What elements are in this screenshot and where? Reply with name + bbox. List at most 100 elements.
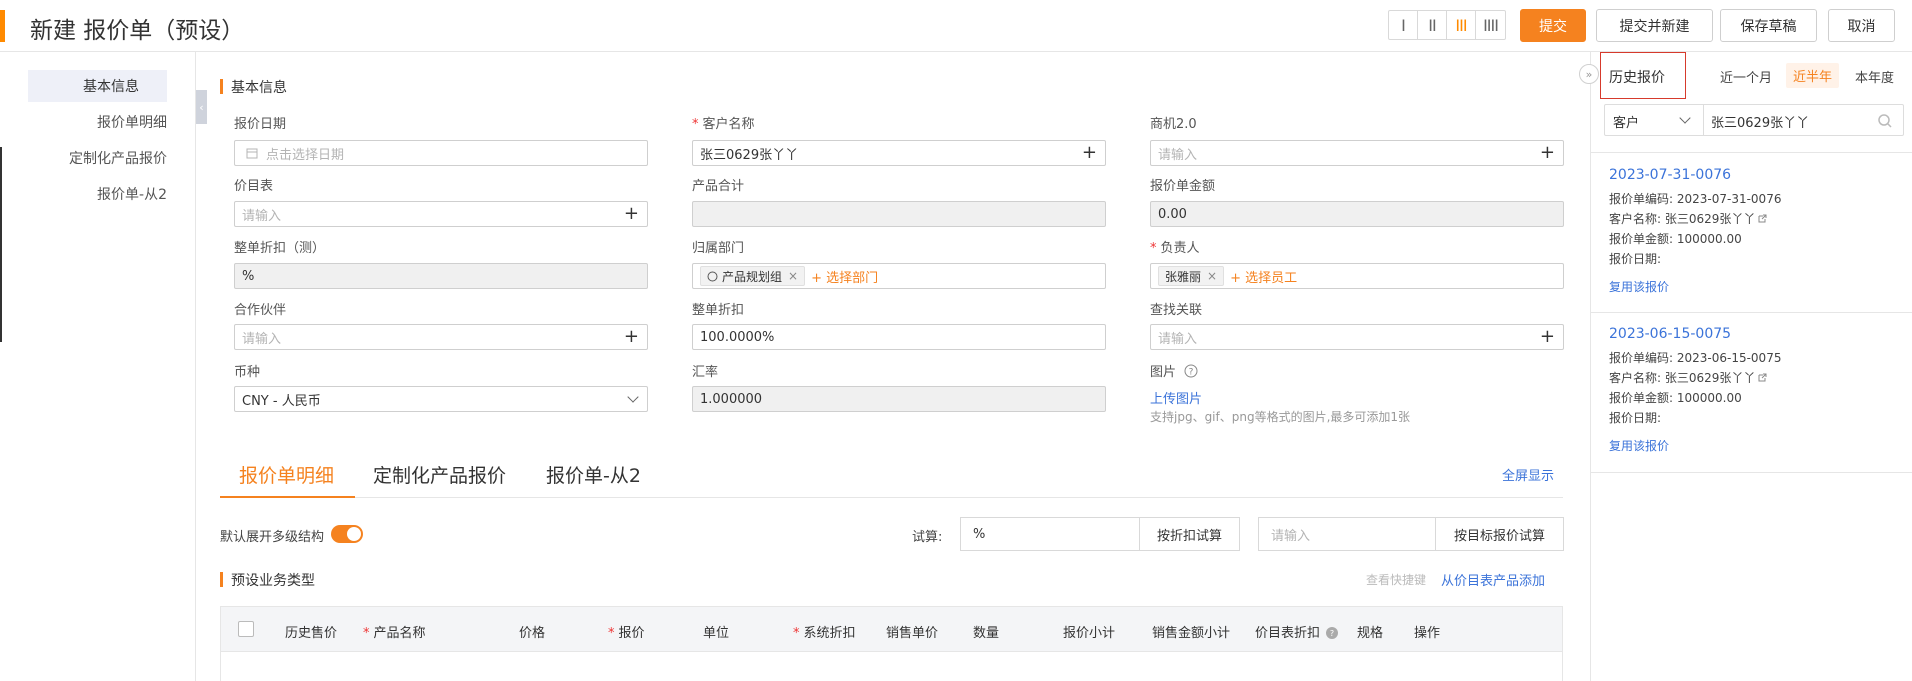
target-trial-input[interactable]: 请输入 [1258, 517, 1436, 551]
external-link-icon[interactable] [1757, 214, 1767, 224]
quote-date-placeholder: 点击选择日期 [266, 147, 345, 163]
view-two-column-button[interactable]: II [1418, 11, 1447, 39]
partner-placeholder: 请输入 [242, 331, 282, 347]
add-from-price-list-link[interactable]: 从价目表产品添加 [1441, 570, 1545, 589]
select-employee-link[interactable]: + 选择员工 [1230, 267, 1297, 286]
nav-item-quote-sub2[interactable]: 报价单-从2 [97, 184, 167, 204]
customer-field[interactable]: 张三0629张丫丫 + [692, 140, 1106, 166]
label-image: 图片 ? [1150, 361, 1198, 380]
history-card-code-line: 报价单编码: 2023-07-31-0076 [1609, 192, 1782, 206]
select-department-link[interactable]: + 选择部门 [811, 267, 878, 286]
nav-item-quote-detail[interactable]: 报价单明细 [97, 112, 167, 132]
history-card-code[interactable]: 2023-07-31-0076 [1609, 167, 1731, 183]
label-rate: 汇率 [692, 365, 719, 380]
discount-trial-button[interactable]: 按折扣试算 [1139, 517, 1240, 551]
col-system-discount: * 系统折扣 [793, 626, 856, 641]
collapse-nav-button[interactable]: ‹ [196, 90, 207, 124]
discount-trial-input[interactable]: % [960, 517, 1140, 551]
upload-image-link[interactable]: 上传图片 [1150, 388, 1202, 407]
currency-select[interactable]: CNY - 人民币 [234, 386, 648, 412]
discount-field[interactable]: 100.0000% [692, 324, 1106, 350]
history-card-customer-line: 客户名称: 张三0629张丫丫 [1609, 369, 1767, 386]
nav-item-custom-product[interactable]: 定制化产品报价 [69, 148, 167, 168]
reuse-quote-link[interactable]: 复用该报价 [1609, 278, 1669, 295]
rate-field: 1.000000 [692, 386, 1106, 412]
product-table-body [220, 652, 1563, 681]
cancel-button[interactable]: 取消 [1828, 9, 1895, 42]
partner-field[interactable]: 请输入 + [234, 324, 648, 350]
title-accent-bar [0, 10, 5, 42]
section-title-basic: 基本信息 [220, 77, 287, 97]
filter-field-select[interactable]: 客户 [1613, 112, 1639, 131]
active-tab-indicator [220, 496, 355, 498]
expand-structure-label: 默认展开多级结构 [220, 530, 325, 545]
view-three-column-button[interactable]: III [1447, 11, 1476, 39]
shortcut-link[interactable]: 查看快捷键 [1366, 571, 1426, 588]
view-one-column-button[interactable]: I [1389, 11, 1418, 39]
image-hint: 支持jpg、gif、png等格式的图片,最多可添加1张 [1150, 410, 1411, 424]
page-header: 新建 报价单（预设） I II III IIII 提交 提交并新建 保存草稿 取… [0, 0, 1912, 52]
quote-date-picker[interactable]: 点击选择日期 [234, 140, 648, 166]
price-list-field[interactable]: 请输入 + [234, 201, 648, 227]
range-this-year[interactable]: 本年度 [1855, 67, 1894, 86]
history-card-code[interactable]: 2023-06-15-0075 [1609, 326, 1731, 342]
required-mark: * [1150, 241, 1157, 256]
required-mark: * [692, 117, 699, 132]
circle-icon [707, 271, 718, 281]
history-filter: 客户 张三0629张丫丫 [1604, 104, 1904, 136]
filter-divider [1703, 105, 1704, 135]
label-lookup: 查找关联 [1150, 303, 1203, 318]
col-quote-subtotal: 报价小计 [1063, 626, 1116, 641]
view-four-column-button[interactable]: IIII [1476, 11, 1505, 39]
history-card-amount-line: 报价单金额: 100000.00 [1609, 391, 1742, 405]
label-department: 归属部门 [692, 241, 745, 256]
lookup-field[interactable]: 请输入 + [1150, 324, 1564, 350]
range-half-year[interactable]: 近半年 [1786, 63, 1840, 88]
opportunity-field[interactable]: 请输入 + [1150, 140, 1564, 166]
panel-toggle-button[interactable]: » [1579, 64, 1599, 84]
range-last-month[interactable]: 近一个月 [1720, 67, 1772, 86]
currency-value: CNY - 人民币 [242, 393, 321, 409]
plus-icon[interactable]: + [1082, 143, 1097, 163]
chevron-down-icon [1679, 112, 1691, 124]
select-all-checkbox[interactable] [238, 621, 254, 637]
owner-field[interactable]: 张雅丽 × + 选择员工 [1150, 263, 1564, 289]
submit-and-new-button[interactable]: 提交并新建 [1596, 9, 1713, 42]
plus-icon[interactable]: + [624, 327, 639, 347]
tab-custom-product[interactable]: 定制化产品报价 [373, 461, 506, 488]
plus-icon[interactable]: + [1540, 327, 1555, 347]
search-icon[interactable] [1877, 113, 1893, 129]
help-icon[interactable]: ? [1326, 627, 1339, 639]
col-sale-subtotal: 销售金额小计 [1152, 626, 1231, 641]
svg-text:?: ? [1189, 368, 1194, 378]
submit-button[interactable]: 提交 [1520, 9, 1586, 42]
fullscreen-link[interactable]: 全屏显示 [1502, 465, 1554, 484]
history-card-date-line: 报价日期: [1609, 411, 1662, 425]
target-trial-button[interactable]: 按目标报价试算 [1435, 517, 1564, 551]
owner-tag: 张雅丽 × [1158, 266, 1225, 286]
reuse-quote-link[interactable]: 复用该报价 [1609, 437, 1669, 454]
col-spec: 规格 [1357, 626, 1384, 641]
nav-item-basic-info[interactable]: 基本信息 [28, 70, 167, 102]
tab-quote-detail[interactable]: 报价单明细 [239, 461, 334, 488]
customer-value: 张三0629张丫丫 [700, 147, 799, 163]
biz-type-title: 预设业务类型 [220, 570, 315, 590]
external-link-icon[interactable] [1757, 373, 1767, 383]
label-product-total: 产品合计 [692, 179, 745, 194]
close-icon[interactable]: × [788, 269, 798, 283]
department-tag: 产品规划组 × [700, 266, 806, 286]
plus-icon[interactable]: + [1540, 143, 1555, 163]
department-field[interactable]: 产品规划组 × + 选择部门 [692, 263, 1106, 289]
help-icon[interactable]: ? [1184, 364, 1198, 378]
close-icon[interactable]: × [1207, 269, 1217, 283]
plus-icon[interactable]: + [624, 204, 639, 224]
save-draft-button[interactable]: 保存草稿 [1720, 9, 1817, 42]
chevron-down-icon [627, 391, 639, 403]
history-card-customer-line: 客户名称: 张三0629张丫丫 [1609, 210, 1767, 227]
page-title: 新建 报价单（预设） [30, 18, 245, 44]
expand-structure-toggle[interactable] [331, 525, 363, 543]
filter-value-input[interactable]: 张三0629张丫丫 [1711, 112, 1809, 131]
tab-quote-sub2[interactable]: 报价单-从2 [546, 461, 641, 488]
label-discount: 整单折扣 [692, 303, 745, 318]
col-unit: 单位 [703, 626, 730, 641]
